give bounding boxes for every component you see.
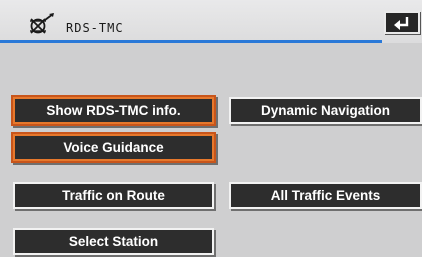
show-rds-tmc-info-button[interactable]: Show RDS-TMC info. xyxy=(13,97,214,124)
voice-guidance-button[interactable]: Voice Guidance xyxy=(13,134,214,161)
voice-guidance-label: Voice Guidance xyxy=(63,140,164,155)
show-rds-tmc-info-label: Show RDS-TMC info. xyxy=(46,103,181,118)
traffic-on-route-button[interactable]: Traffic on Route xyxy=(13,182,214,209)
header-bar: RDS-TMC xyxy=(0,0,422,43)
all-traffic-events-label: All Traffic Events xyxy=(270,188,381,203)
rds-tmc-screen: RDS-TMC Show RDS-TMC info. Dynamic Navig… xyxy=(0,0,422,257)
select-station-label: Select Station xyxy=(68,234,159,249)
header-divider xyxy=(0,40,382,43)
all-traffic-events-button[interactable]: All Traffic Events xyxy=(229,182,422,209)
back-button[interactable] xyxy=(384,11,420,34)
dynamic-navigation-button[interactable]: Dynamic Navigation xyxy=(229,97,422,124)
rds-tmc-icon xyxy=(27,13,57,37)
dynamic-navigation-label: Dynamic Navigation xyxy=(260,103,391,118)
traffic-on-route-label: Traffic on Route xyxy=(62,188,165,203)
page-title: RDS-TMC xyxy=(66,21,124,35)
select-station-button[interactable]: Select Station xyxy=(13,228,214,255)
